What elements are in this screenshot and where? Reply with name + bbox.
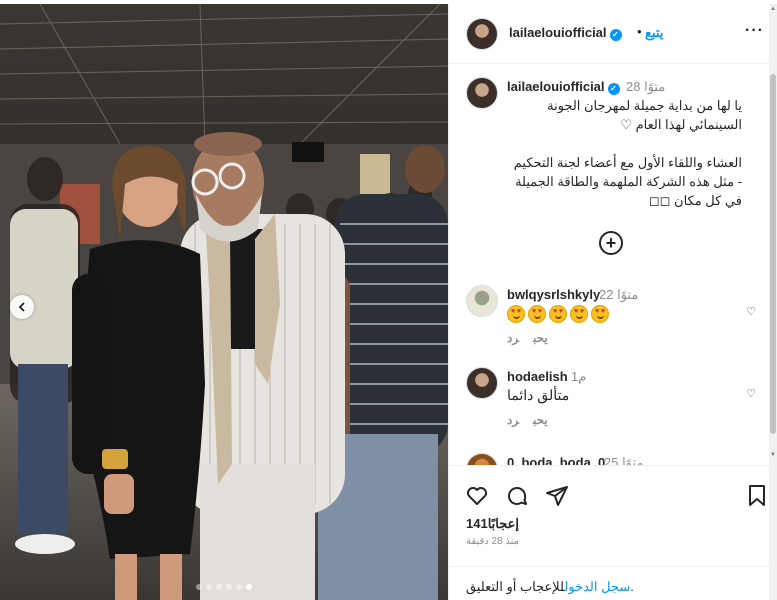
caption-line: - مثل هذه الشركة الملهمة والطاقة الجميلة [515,174,742,189]
login-link[interactable]: سجل الدخول [564,579,630,594]
carousel-dot [196,584,202,590]
heart-eyes-emoji-icon [591,305,609,323]
post-photo [0,4,448,600]
bookmark-icon[interactable] [745,484,769,508]
likes-count[interactable]: 141إعجابًا [466,516,519,532]
carousel-dot [226,584,232,590]
heart-eyes-emoji-icon [570,305,588,323]
caption-line: في كل مكان ◻◻ [648,193,742,208]
heart-icon[interactable]: ♡ [746,305,756,318]
carousel-dot [236,584,242,590]
photo-illustration [0,4,448,600]
heart-eyes-emoji-icon [549,305,567,323]
verified-icon: ✓ [609,29,622,41]
heart-eyes-emoji-icon [507,305,525,323]
login-prompt: سجل الدخولللإعجاب أو التعليق. [449,566,770,595]
comment-avatar[interactable] [466,453,498,465]
header-separator: • [637,24,642,39]
comment-item: 0_boda_boda_0 25 متوًا [449,453,770,465]
post-actions: 141إعجابًا منذ 28 دقيقة سجل الدخولللإعجا… [449,465,770,600]
avatar[interactable] [466,18,498,50]
caption-line: يا لها من بداية جميلة لمهرجان الجونة [547,98,742,113]
caption-text: يا لها من بداية جميلة لمهرجان الجونة الس… [502,96,742,210]
scroll-up-icon[interactable]: ▲ [770,6,776,12]
comment-actions: يحب رد [507,331,562,345]
carousel-dot [216,584,222,590]
comment-item: bwlqysrlshkyly 22 متوًا يحب رد ♡ [449,285,770,355]
post-header: lailaelouiofficial ✓ • يتبع ··· [449,4,770,64]
header-username[interactable]: lailaelouiofficial ✓ [509,25,622,41]
scroll-down-icon[interactable]: ▼ [770,452,776,458]
comment-emoji-row [507,305,609,323]
comments-list: lailaelouiofficial ✓ 28 متوًا يا لها من ب… [449,65,770,465]
comment-actions: يحب رد [507,413,562,427]
carousel-prev-button[interactable] [10,295,34,319]
username-link[interactable]: lailaelouiofficial [509,25,607,40]
like-comment-button[interactable]: يحب [533,331,548,345]
heart-icon[interactable]: ♡ [746,387,756,400]
comment-time: 25 متوًا [604,455,644,465]
carousel-dots [0,584,448,590]
scroll-thumb[interactable] [770,74,776,434]
comment-username[interactable]: 0_boda_boda_0 [507,455,605,465]
caption-username-text[interactable]: lailaelouiofficial [507,79,605,94]
comment-time: 1م [571,369,587,384]
share-icon[interactable] [545,484,569,508]
carousel-dot [246,584,252,590]
posted-time: منذ 28 دقيقة [466,536,519,547]
comment-icon[interactable] [505,484,529,508]
verified-icon: ✓ [607,83,620,95]
caption-avatar[interactable] [466,77,498,109]
comment-avatar[interactable] [466,285,498,317]
like-comment-button[interactable]: يحب [533,413,548,427]
comment-text: متألق دائما [507,387,570,403]
scrollbar[interactable]: ▲ ▼ [769,4,777,600]
caption-time: 28 متوًا [626,79,666,94]
carousel-dot [206,584,212,590]
follow-button[interactable]: يتبع [645,25,663,41]
plus-circle-icon: + [605,233,617,253]
reply-button[interactable]: رد [507,413,519,427]
comment-avatar[interactable] [466,367,498,399]
comment-item: hodaelish 1م متألق دائما يحب رد ♡ [449,367,770,437]
heart-icon[interactable] [465,484,489,508]
more-icon[interactable]: ··· [745,22,764,40]
caption-username[interactable]: lailaelouiofficial ✓ [507,79,620,95]
heart-eyes-emoji-icon [528,305,546,323]
caption-line: العشاء واللقاء الأول مع أعضاء لجنة التحك… [513,155,742,170]
reply-button[interactable]: رد [507,331,519,345]
chevron-left-icon [18,302,25,312]
instagram-post-window: lailaelouiofficial ✓ • يتبع ··· lailaelou… [0,0,777,600]
post-side-panel: lailaelouiofficial ✓ • يتبع ··· lailaelou… [448,4,777,600]
comment-time: 22 متوًا [599,287,639,302]
load-more-comments-button[interactable]: + [599,231,623,255]
comment-username[interactable]: bwlqysrlshkyly [507,287,600,302]
comment-username[interactable]: hodaelish [507,369,568,384]
caption-line: السينمائي لهذا العام ♡ [620,117,742,132]
